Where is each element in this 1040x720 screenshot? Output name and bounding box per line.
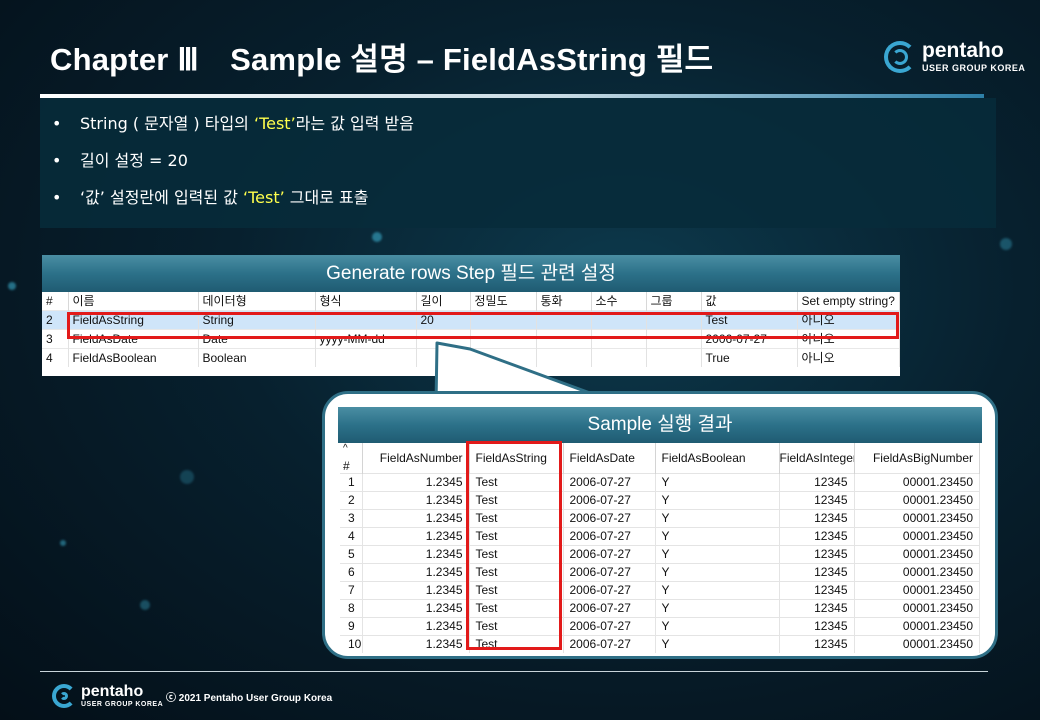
table-row[interactable]: 5 1.2345 Test 2006-07-27 Y 12345 00001.23450 <box>340 544 980 563</box>
table-cell[interactable]: 00001.23450 <box>854 616 980 635</box>
table-cell[interactable]: 00001.23450 <box>854 472 980 491</box>
column-header[interactable]: ^# <box>340 443 363 473</box>
table-cell[interactable]: 00001.23450 <box>854 580 980 599</box>
table-cell[interactable]: 12345 <box>779 490 855 509</box>
table-cell[interactable]: 00001.23450 <box>854 526 980 545</box>
row-index[interactable]: 5 <box>340 544 363 563</box>
table-cell[interactable]: Y <box>655 544 780 563</box>
sort-marker: ^ <box>343 443 348 454</box>
table-cell[interactable]: 2006-07-27 <box>563 562 656 581</box>
table-row[interactable]: 4 1.2345 Test 2006-07-27 Y 12345 00001.23450 <box>340 526 980 545</box>
table-cell[interactable]: 1.2345 <box>362 472 470 491</box>
column-header[interactable]: FieldAsInteger <box>779 443 855 473</box>
table-cell[interactable]: 2006-07-27 <box>563 634 656 653</box>
table-cell[interactable]: 12345 <box>779 580 855 599</box>
footer-divider <box>40 671 988 672</box>
table-row[interactable]: 2 1.2345 Test 2006-07-27 Y 12345 00001.23450 <box>340 490 980 509</box>
table-cell[interactable]: 1.2345 <box>362 508 470 527</box>
table-cell[interactable]: Y <box>655 472 780 491</box>
column-header[interactable]: FieldAsBigNumber <box>854 443 980 473</box>
table-cell[interactable]: Y <box>655 634 780 653</box>
table-cell[interactable]: 12345 <box>779 616 855 635</box>
table-cell[interactable]: 12345 <box>779 562 855 581</box>
row-index[interactable]: 8 <box>340 598 363 617</box>
table-cell[interactable]: 12345 <box>779 544 855 563</box>
table-cell[interactable]: 12345 <box>779 508 855 527</box>
table-cell[interactable]: 00001.23450 <box>854 508 980 527</box>
row-index[interactable]: 7 <box>340 580 363 599</box>
table-cell[interactable]: 12345 <box>779 526 855 545</box>
table-cell[interactable]: Y <box>655 490 780 509</box>
table-row[interactable]: 8 1.2345 Test 2006-07-27 Y 12345 00001.23450 <box>340 598 980 617</box>
row-index[interactable]: 2 <box>340 490 363 509</box>
table-cell[interactable]: 12345 <box>779 634 855 653</box>
table-header-row: ^ # FieldAsNumber FieldAsString FieldAsDa… <box>340 443 980 473</box>
pentaho-swirl-icon <box>52 684 76 708</box>
highlight-column-box <box>466 441 562 650</box>
sample-result-panel: Sample 실행 결과 ^ # FieldAsNumber FieldAsStr… <box>322 391 998 659</box>
table-cell[interactable]: Y <box>655 508 780 527</box>
table-cell[interactable]: 00001.23450 <box>854 490 980 509</box>
table-cell[interactable]: Y <box>655 616 780 635</box>
table-cell[interactable]: 2006-07-27 <box>563 580 656 599</box>
table-row[interactable]: 7 1.2345 Test 2006-07-27 Y 12345 00001.23450 <box>340 580 980 599</box>
sample-result-header: Sample 실행 결과 <box>338 407 982 443</box>
table-cell[interactable]: 1.2345 <box>362 634 470 653</box>
table-cell[interactable]: Y <box>655 562 780 581</box>
highlight-row-box <box>67 312 899 339</box>
row-index[interactable]: 1 <box>340 472 363 491</box>
table-cell[interactable]: 1.2345 <box>362 598 470 617</box>
table-cell[interactable]: 1.2345 <box>362 562 470 581</box>
table-row[interactable]: 9 1.2345 Test 2006-07-27 Y 12345 00001.23450 <box>340 616 980 635</box>
table-cell[interactable]: 2006-07-27 <box>563 490 656 509</box>
row-index[interactable]: 6 <box>340 562 363 581</box>
table-cell[interactable]: 12345 <box>779 598 855 617</box>
table-cell[interactable]: Y <box>655 580 780 599</box>
row-index[interactable]: 4 <box>340 526 363 545</box>
table-cell[interactable]: 2006-07-27 <box>563 508 656 527</box>
sample-result-table: ^ # FieldAsNumber FieldAsString FieldAsDa… <box>340 443 980 653</box>
table-cell[interactable]: 2006-07-27 <box>563 544 656 563</box>
table-row[interactable]: 3 1.2345 Test 2006-07-27 Y 12345 00001.23450 <box>340 508 980 527</box>
table-cell[interactable]: 1.2345 <box>362 490 470 509</box>
table-cell[interactable]: 12345 <box>779 472 855 491</box>
table-cell[interactable]: 1.2345 <box>362 580 470 599</box>
logo-name: pentaho <box>81 683 144 700</box>
row-index[interactable]: 9 <box>340 616 363 635</box>
row-index[interactable]: 3 <box>340 508 363 527</box>
table-cell[interactable]: 1.2345 <box>362 544 470 563</box>
row-index[interactable]: 10 <box>340 634 363 653</box>
column-header[interactable]: FieldAsDate <box>563 443 656 473</box>
table-cell[interactable]: 00001.23450 <box>854 634 980 653</box>
table-cell[interactable]: 2006-07-27 <box>563 526 656 545</box>
table-cell[interactable]: 00001.23450 <box>854 544 980 563</box>
table-cell[interactable]: 2006-07-27 <box>563 598 656 617</box>
table-cell[interactable]: 1.2345 <box>362 526 470 545</box>
pentaho-footer-logo: pentaho USER GROUP KOREA <box>52 684 163 708</box>
table-row[interactable]: 10 1.2345 Test 2006-07-27 Y 12345 00001.23450 <box>340 634 980 653</box>
table-cell[interactable]: 00001.23450 <box>854 598 980 617</box>
table-cell[interactable]: 00001.23450 <box>854 562 980 581</box>
table-cell[interactable]: 2006-07-27 <box>563 616 656 635</box>
table-row[interactable]: 1 1.2345 Test 2006-07-27 Y 12345 00001.23450 <box>340 472 980 491</box>
copyright-text: ⓒ 2021 Pentaho User Group Korea <box>166 693 333 704</box>
column-header[interactable]: FieldAsNumber <box>362 443 470 473</box>
logo-subtitle: USER GROUP KOREA <box>81 701 164 708</box>
table-cell[interactable]: 1.2345 <box>362 616 470 635</box>
table-cell[interactable]: 2006-07-27 <box>563 472 656 491</box>
table-cell[interactable]: Y <box>655 526 780 545</box>
column-header[interactable]: FieldAsBoolean <box>655 443 780 473</box>
table-cell[interactable]: Y <box>655 598 780 617</box>
table-row[interactable]: 6 1.2345 Test 2006-07-27 Y 12345 00001.23450 <box>340 562 980 581</box>
